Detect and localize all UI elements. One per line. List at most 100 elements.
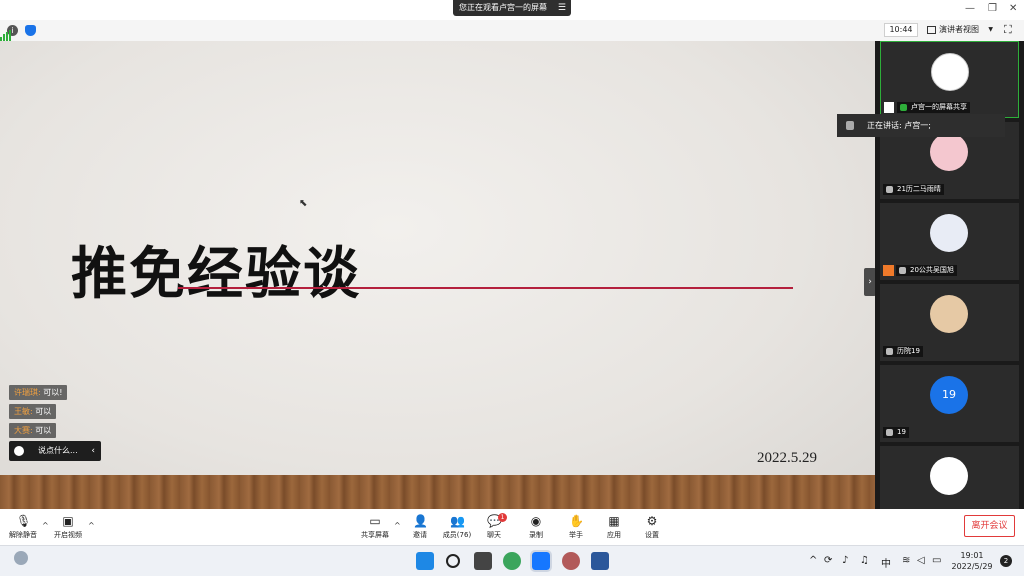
invite-label: 邀请: [413, 531, 427, 539]
participant-name-text: 20公共吴国旭: [910, 266, 954, 274]
close-icon[interactable]: ✕: [1009, 3, 1017, 14]
participant-name: 21历二马雨晴: [883, 184, 944, 195]
raise-hand-button[interactable]: ✋ 举手: [556, 515, 596, 540]
emoji-icon[interactable]: [14, 446, 24, 456]
start-video-button[interactable]: ▣ 开启视频: [48, 515, 88, 540]
view-layout-icon: [927, 26, 936, 34]
mic-icon: [846, 121, 854, 130]
quick-chat-input[interactable]: 说点什么... ‹: [9, 441, 101, 461]
meeting-timer: 10:44: [884, 23, 918, 37]
avatar: 19: [930, 376, 968, 414]
avatar: [930, 295, 968, 333]
tencent-meeting-icon[interactable]: [530, 550, 552, 572]
mouse-cursor-icon: ⬉: [299, 198, 308, 209]
avatar: [931, 53, 969, 91]
fullscreen-icon[interactable]: ⛶: [1004, 24, 1016, 36]
participant-tile[interactable]: [880, 446, 1019, 509]
leave-meeting-button[interactable]: 离开会议: [964, 515, 1015, 537]
slide-date: 2022.5.29: [757, 450, 817, 466]
windows-start-icon[interactable]: [416, 552, 434, 570]
share-screen-button[interactable]: ▭ 共享屏幕: [355, 515, 395, 540]
mic-muted-icon: [899, 267, 906, 274]
video-off-icon: ▣: [62, 514, 74, 528]
chat-bubble: 大赛: 可以: [9, 423, 57, 438]
members-button[interactable]: 👥 成员(76): [437, 515, 477, 540]
chat-label: 聊天: [487, 531, 501, 539]
search-icon[interactable]: [446, 554, 460, 568]
mic-icon[interactable]: ♫: [860, 555, 869, 566]
apps-label: 应用: [607, 531, 621, 539]
chat-sender: 大赛:: [14, 426, 33, 435]
chat-text: 可以: [35, 426, 52, 435]
start-video-label: 开启视频: [54, 531, 82, 539]
participant-name: 历院19: [883, 346, 923, 357]
participant-name: 卢宫一的屏幕共享: [897, 102, 970, 113]
slide-title: 推免经验谈: [71, 241, 361, 307]
chat-input-placeholder: 说点什么...: [38, 446, 78, 455]
participant-name-text: 19: [897, 428, 906, 436]
window-titlebar: 您正在观看卢宫一的屏幕 ☰ — ❐ ✕: [0, 0, 1024, 20]
avatar: [930, 214, 968, 252]
participant-tile[interactable]: 19 19: [880, 365, 1019, 442]
settings-label: 设置: [645, 531, 659, 539]
video-options-chevron[interactable]: ^: [88, 521, 95, 530]
tray-expand-icon[interactable]: ^: [809, 555, 817, 566]
unmute-label: 解除静音: [9, 531, 37, 539]
invite-button[interactable]: 👤 邀请: [400, 515, 440, 540]
mic-muted-icon: [886, 186, 893, 193]
weather-icon[interactable]: [14, 551, 28, 565]
slide-underline: [178, 287, 793, 289]
clock-date: 2022/5/29: [951, 562, 993, 571]
active-speaker-text: 正在讲话: 卢宫一;: [867, 121, 931, 130]
chevron-down-icon: ▼: [988, 26, 993, 33]
record-label: 录制: [529, 531, 543, 539]
word-icon[interactable]: [591, 552, 609, 570]
wifi-icon[interactable]: ≋: [902, 555, 910, 566]
ime-indicator[interactable]: 中: [881, 555, 891, 570]
sync-icon[interactable]: ⟳: [824, 555, 832, 566]
volume-icon[interactable]: ◁: [917, 555, 925, 566]
mic-on-icon: [900, 104, 907, 111]
participant-name: 20公共吴国旭: [896, 265, 957, 276]
menu-icon[interactable]: ☰: [558, 0, 566, 16]
apps-button[interactable]: ▦ 应用: [594, 515, 634, 540]
record-icon: ◉: [530, 514, 542, 528]
shield-icon[interactable]: [25, 25, 36, 36]
app-avatar-icon[interactable]: [562, 552, 580, 570]
participant-tile[interactable]: 20公共吴国旭: [880, 203, 1019, 280]
participant-name-text: 21历二马雨晴: [897, 185, 941, 193]
tray-app-icon[interactable]: ♪: [842, 555, 848, 566]
notification-badge[interactable]: 2: [1000, 555, 1012, 567]
chrome-icon[interactable]: [503, 552, 521, 570]
restore-icon[interactable]: ❐: [988, 3, 997, 14]
apps-icon: ▦: [608, 514, 620, 528]
share-banner-text: 您正在观看卢宫一的屏幕: [459, 3, 547, 12]
chat-bubble: 许瑞琪: 可以!: [9, 385, 68, 400]
mic-muted-icon: [886, 429, 893, 436]
chat-button[interactable]: 💬 1 聊天: [474, 513, 514, 540]
battery-icon[interactable]: ▭: [932, 555, 941, 566]
view-mode-select[interactable]: 演讲者视图 ▼: [925, 23, 995, 37]
shared-screen-slide: 推免经验谈 2022.5.29 ⬉ 许瑞琪: 可以! 王敏: 可以 大赛: 可以…: [0, 41, 875, 509]
participant-name-text: 历院19: [897, 347, 920, 355]
settings-button[interactable]: ⚙ 设置: [632, 515, 672, 540]
system-clock[interactable]: 19:01 2022/5/29: [950, 550, 994, 572]
user-icon: [883, 265, 894, 276]
participant-tile[interactable]: 历院19: [880, 284, 1019, 361]
meeting-controls: 🎙 解除静音 ^ ▣ 开启视频 ^ ▭ 共享屏幕 ^ 👤 邀请 👥 成员(76)…: [0, 509, 1024, 545]
share-viewing-banner[interactable]: 您正在观看卢宫一的屏幕 ☰: [453, 0, 571, 16]
slide-wood-floor: [0, 475, 875, 509]
participant-video-panel: 卢宫一的屏幕共享 21历二马雨晴 20公共吴国旭 历院19 19 19: [875, 41, 1024, 509]
avatar: [930, 133, 968, 171]
mic-muted-icon: [886, 348, 893, 355]
share-screen-icon: ▭: [369, 514, 381, 528]
record-button[interactable]: ◉ 录制: [516, 515, 556, 540]
active-speaker-indicator: 正在讲话: 卢宫一;: [837, 114, 1005, 137]
windows-taskbar: ^ ⟳ ♪ ♫ 中 ≋ ◁ ▭ 19:01 2022/5/29 2: [0, 545, 1024, 576]
participant-tile[interactable]: 卢宫一的屏幕共享: [880, 41, 1019, 118]
task-view-icon[interactable]: [474, 552, 492, 570]
unmute-button[interactable]: 🎙 解除静音: [3, 515, 43, 540]
mic-muted-icon: 🎙: [16, 514, 32, 528]
collapse-chat-icon[interactable]: ‹: [91, 441, 95, 461]
minimize-icon[interactable]: —: [965, 3, 975, 14]
